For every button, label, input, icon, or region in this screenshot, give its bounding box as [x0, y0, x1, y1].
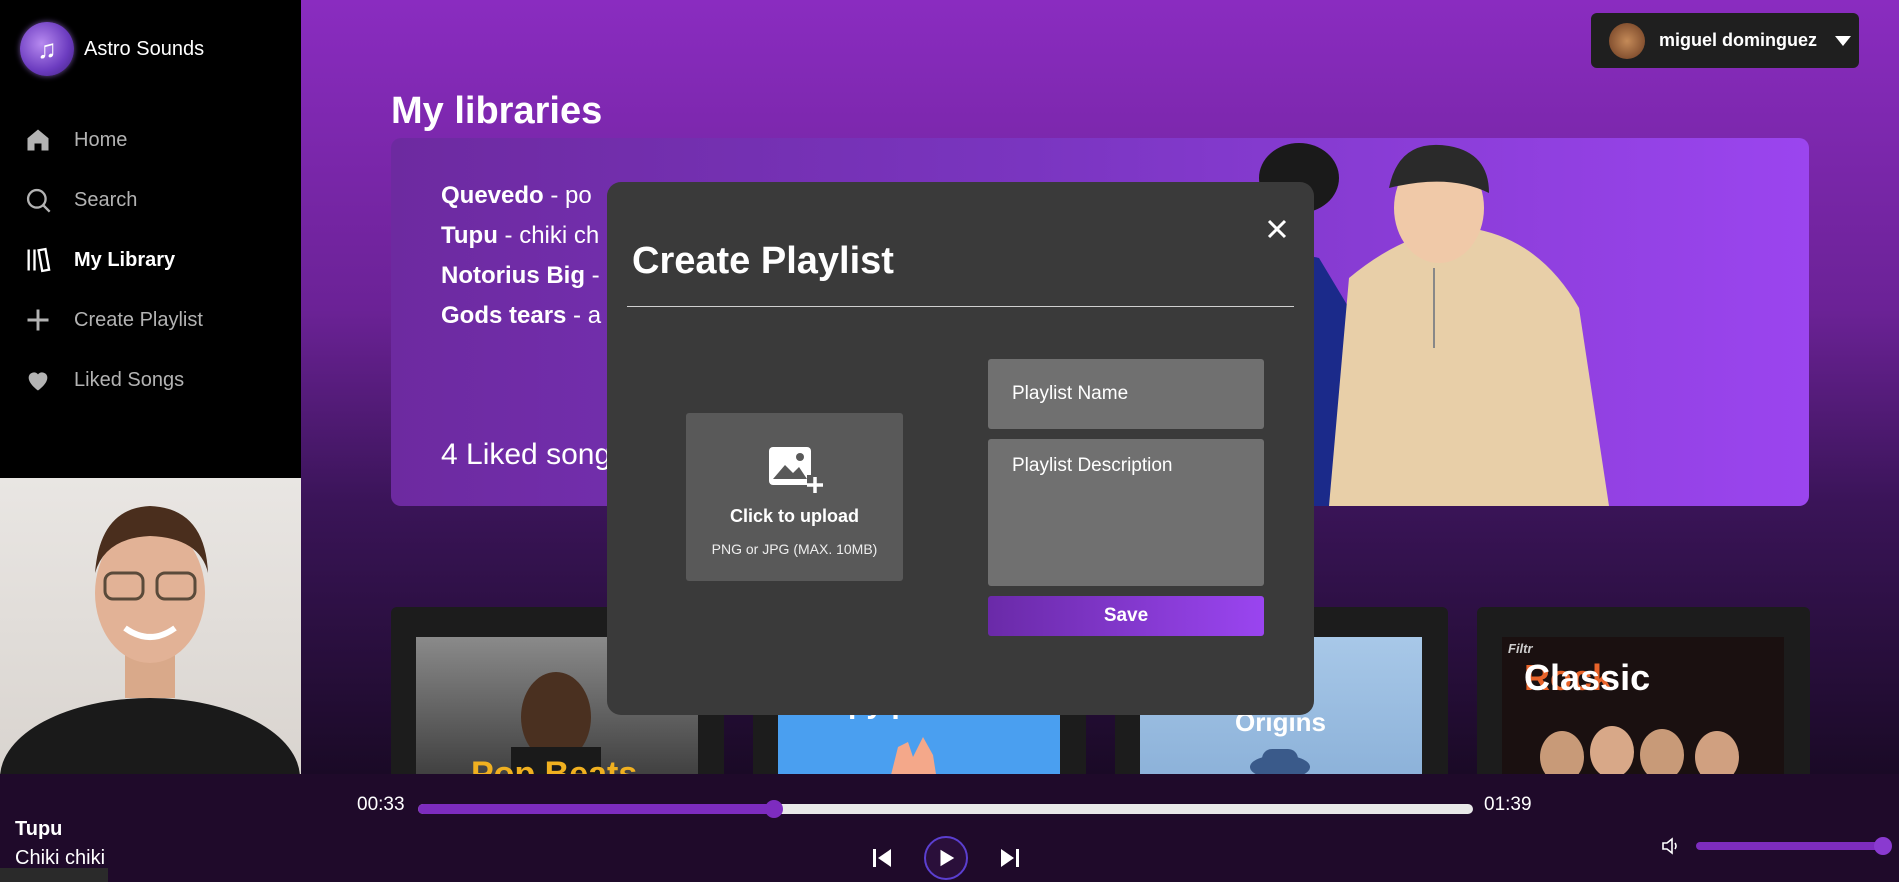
- library-icon: [27, 247, 51, 273]
- skip-next-icon: [1001, 849, 1019, 867]
- upload-label: Click to upload: [729, 506, 859, 526]
- sidebar-item-label: Search: [74, 188, 138, 211]
- volume-icon[interactable]: [1660, 834, 1684, 858]
- page-title: My libraries: [391, 90, 603, 132]
- sidebar-item-label: Create Playlist: [74, 308, 203, 331]
- add-image-icon: [768, 447, 823, 493]
- list-item: Quevedo - po: [441, 182, 592, 209]
- sidebar-item-label: My Library: [74, 248, 176, 271]
- playlist-cover-title: Pop Beats: [471, 755, 638, 774]
- duration-time: 01:39: [1484, 794, 1532, 815]
- volume-thumb[interactable]: [1874, 837, 1892, 855]
- search-icon: [26, 188, 51, 213]
- now-playing-title: Tupu: [15, 818, 63, 840]
- upload-hint: PNG or JPG (MAX. 10MB): [711, 541, 878, 557]
- player-bar: Tupu Chiki chiki 00:33 01:39: [0, 774, 1899, 882]
- close-button[interactable]: [1266, 218, 1288, 245]
- progress-thumb[interactable]: [764, 800, 783, 818]
- caret-down-icon: [1835, 35, 1852, 46]
- playlist-cover: Filtr Classic Rock: [1502, 637, 1784, 774]
- list-item: Tupu - chiki ch: [441, 222, 600, 249]
- sidebar: ♫ Astro Sounds Home Search My Library Cr…: [0, 0, 301, 478]
- plus-icon: [27, 309, 49, 331]
- liked-songs-list: Quevedo - po Tupu - chiki ch Notorius Bi…: [441, 176, 601, 336]
- elapsed-time: 00:33: [357, 794, 405, 815]
- list-item: Notorius Big -: [441, 262, 600, 289]
- previous-button[interactable]: [870, 846, 894, 870]
- sidebar-item-my-library[interactable]: My Library: [24, 230, 203, 290]
- heart-icon: [28, 372, 48, 391]
- modal-title: Create Playlist: [632, 240, 894, 282]
- play-button[interactable]: [924, 836, 968, 880]
- play-icon: [940, 849, 955, 867]
- user-menu-button[interactable]: miguel dominguez: [1591, 13, 1859, 68]
- volume-control: [1660, 834, 1892, 858]
- save-button[interactable]: Save: [988, 596, 1264, 636]
- now-playing-artist-photo: [0, 478, 301, 774]
- liked-songs-count: 4 Liked song: [441, 438, 612, 471]
- create-playlist-modal: Create Playlist Click to upload PNG or J…: [607, 182, 1314, 715]
- next-button[interactable]: [998, 846, 1022, 870]
- sidebar-item-search[interactable]: Search: [24, 170, 203, 230]
- volume-slider[interactable]: [1696, 837, 1892, 855]
- home-icon: [27, 129, 49, 151]
- sidebar-item-home[interactable]: Home: [24, 110, 203, 170]
- sidebar-item-create-playlist[interactable]: Create Playlist: [24, 290, 203, 350]
- playlist-name-input[interactable]: [988, 359, 1264, 429]
- playlist-description-input[interactable]: [988, 439, 1264, 586]
- astro-logo-icon: ♫: [20, 22, 74, 76]
- sidebar-item-label: Liked Songs: [74, 368, 185, 391]
- brand[interactable]: ♫ Astro Sounds: [20, 22, 204, 76]
- progress-bar[interactable]: [418, 800, 1473, 818]
- playback-controls: [870, 836, 1022, 880]
- image-upload-dropzone[interactable]: Click to upload PNG or JPG (MAX. 10MB): [686, 413, 903, 581]
- now-playing-artist: Chiki chiki: [15, 847, 106, 869]
- brand-name: Astro Sounds: [84, 37, 205, 60]
- close-icon: [1267, 219, 1287, 239]
- playlist-card[interactable]: Filtr Classic Rock: [1477, 607, 1810, 774]
- skip-previous-icon: [873, 849, 891, 867]
- user-name: miguel dominguez: [1659, 30, 1818, 50]
- avatar: [1609, 22, 1645, 59]
- sidebar-item-liked-songs[interactable]: Liked Songs: [24, 350, 203, 410]
- progress-fill: [418, 804, 774, 814]
- sidebar-item-label: Home: [74, 128, 128, 151]
- list-item: Gods tears - a: [441, 302, 602, 329]
- status-strip: [0, 868, 108, 882]
- sidebar-nav: Home Search My Library Create Playlist L…: [24, 110, 203, 410]
- divider: [627, 306, 1294, 307]
